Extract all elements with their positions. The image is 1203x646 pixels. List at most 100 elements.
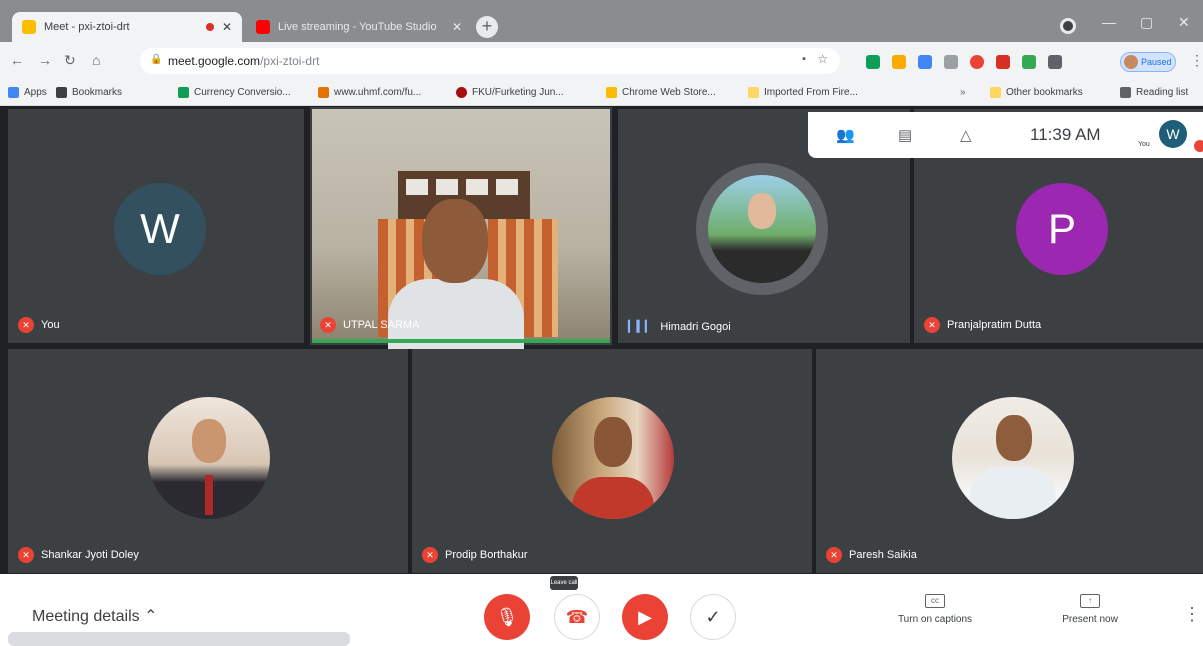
back-icon[interactable]: ← [10, 52, 24, 68]
meet-favicon-icon [22, 20, 36, 34]
bookmark-chrome-web-store[interactable]: Chrome Web Store... [606, 87, 716, 98]
folder-icon [990, 87, 1001, 98]
bookmark-star-icon[interactable]: ☆ [817, 52, 828, 66]
participant-name: Himadri Gogoi [660, 320, 731, 333]
active-speaker-border [312, 339, 610, 343]
browser-tab-bar: Meet - pxi-ztoi-drt ✕ Live streaming - Y… [0, 0, 1203, 42]
avatar: P [1016, 183, 1108, 275]
profile-icon[interactable] [1060, 18, 1076, 34]
leave-call-tooltip: Leave call [550, 576, 578, 590]
bookmark-bookmarks[interactable]: Bookmarks [56, 87, 122, 98]
maximize-icon[interactable]: ▢ [1140, 14, 1153, 31]
camera-toggle-button[interactable]: ▶ [622, 594, 668, 640]
bookmark-currency[interactable]: Currency Conversio... [178, 87, 291, 98]
horizontal-scrollbar[interactable] [8, 632, 350, 646]
mic-off-icon: ✕ [18, 547, 34, 563]
bookmarks-bar: Apps Bookmarks Currency Conversio... www… [0, 80, 1203, 106]
url-host: meet.google.com [168, 54, 261, 68]
bookmarks-overflow-icon[interactable]: » [960, 87, 966, 98]
participant-name: Paresh Saikia [849, 549, 917, 561]
checkmark-extension-icon[interactable] [1022, 55, 1036, 69]
profile-paused-button[interactable]: Paused [1120, 52, 1176, 72]
opera-extension-icon[interactable] [970, 55, 984, 69]
minimize-icon[interactable]: — [1102, 14, 1116, 30]
bookmark-fku[interactable]: FKU/Furketing Jun... [456, 87, 564, 98]
star-icon [56, 87, 67, 98]
reload-icon[interactable]: ↻ [64, 52, 76, 69]
leave-call-button[interactable]: ☎ [554, 594, 600, 640]
extension-icon[interactable] [944, 55, 958, 69]
avatar [696, 163, 828, 295]
close-window-icon[interactable]: ✕ [1178, 14, 1190, 31]
hang-up-icon: ☎ [565, 606, 589, 627]
present-icon: ↑ [1080, 594, 1100, 608]
forward-icon[interactable]: → [38, 52, 52, 68]
mic-off-icon: ✕ [924, 317, 940, 333]
mic-off-icon: ✕ [320, 317, 336, 333]
meet-top-bar: 👥 ▤ △ 11:39 AM You W [808, 112, 1203, 158]
extensions-puzzle-icon[interactable] [1048, 55, 1062, 69]
profile-status: Paused [1141, 57, 1172, 67]
present-now-button[interactable]: ↑ Present now [1040, 594, 1140, 625]
address-bar[interactable]: 🔒 meet.google.com/pxi-ztoi-drt ▪ ☆ [140, 48, 840, 74]
bookmark-imported[interactable]: Imported From Fire... [748, 87, 858, 98]
bookmark-favicon-icon [456, 87, 467, 98]
close-tab-icon[interactable]: ✕ [222, 20, 232, 34]
tab-meet[interactable]: Meet - pxi-ztoi-drt ✕ [12, 12, 242, 42]
self-avatar: W [1159, 120, 1187, 148]
captions-button[interactable]: cc Turn on captions [880, 594, 990, 625]
participant-name: Shankar Jyoti Doley [41, 549, 139, 561]
raise-hand-button[interactable]: ✓ [690, 594, 736, 640]
checkmark-icon: ✓ [705, 606, 721, 627]
participant-tile-paresh[interactable]: ✕ Paresh Saikia [816, 349, 1203, 573]
mic-off-icon: ✕ [826, 547, 842, 563]
browser-menu-icon[interactable]: ⋮ [1190, 52, 1203, 69]
participant-face [422, 199, 488, 283]
avatar: W [114, 183, 206, 275]
mic-toggle-button[interactable]: 🎙 [484, 594, 530, 640]
extension-icon[interactable] [996, 55, 1010, 69]
bookmark-other[interactable]: Other bookmarks [990, 87, 1083, 98]
apps-grid-icon [8, 87, 19, 98]
recording-indicator-icon [205, 23, 214, 31]
meeting-details-button[interactable]: Meeting details ⌃ [32, 606, 157, 626]
participant-tile-utpal[interactable]: ✕ UTPAL SARMA [310, 107, 612, 349]
participant-tile-shankar[interactable]: ✕ Shankar Jyoti Doley [8, 349, 408, 573]
mic-off-icon: ✕ [18, 317, 34, 333]
more-options-icon[interactable]: ⋮ [1183, 604, 1201, 625]
speaking-indicator-icon: ▎▍▎ [628, 321, 654, 333]
participant-name: You [41, 319, 60, 331]
reading-list-icon [1120, 87, 1131, 98]
self-label: You [1138, 141, 1150, 148]
people-icon[interactable]: 👥 [836, 126, 855, 144]
youtube-favicon-icon [256, 20, 270, 34]
captions-icon: cc [925, 594, 945, 608]
chat-icon[interactable]: ▤ [898, 126, 912, 144]
chevron-up-icon: ⌃ [144, 608, 158, 625]
address-toolbar: ← → ↻ ⌂ 🔒 meet.google.com/pxi-ztoi-drt ▪… [0, 42, 1203, 80]
participant-tile-you[interactable]: W ✕ You [8, 109, 304, 343]
mic-off-icon: 🎙 [495, 606, 519, 627]
close-tab-icon[interactable]: ✕ [452, 20, 462, 34]
bookmark-reading-list[interactable]: Reading list [1120, 87, 1188, 98]
chrome-store-icon [606, 87, 617, 98]
bookmark-apps[interactable]: Apps [8, 87, 47, 98]
tab-title: Meet - pxi-ztoi-drt [44, 21, 130, 33]
profile-avatar [1124, 55, 1138, 69]
participant-tile-prodip[interactable]: ✕ Prodip Borthakur [412, 349, 812, 573]
avatar [148, 397, 270, 519]
extension-icon[interactable] [892, 55, 906, 69]
home-icon[interactable]: ⌂ [92, 52, 100, 68]
camera-off-icon: ▶ [638, 606, 652, 627]
extension-icon[interactable] [918, 55, 932, 69]
extension-icon[interactable] [866, 55, 880, 69]
url-path: /pxi-ztoi-drt [260, 54, 320, 68]
bookmark-favicon-icon [318, 87, 329, 98]
participant-name: UTPAL SARMA [343, 319, 420, 331]
tab-title: Live streaming - YouTube Studio [278, 21, 437, 33]
camera-indicator-icon[interactable]: ▪ [802, 53, 806, 65]
tab-youtube-studio[interactable]: Live streaming - YouTube Studio ✕ [246, 12, 472, 42]
bookmark-uhmf[interactable]: www.uhmf.com/fu... [318, 87, 421, 98]
new-tab-button[interactable]: + [476, 16, 498, 38]
activities-icon[interactable]: △ [960, 126, 972, 144]
